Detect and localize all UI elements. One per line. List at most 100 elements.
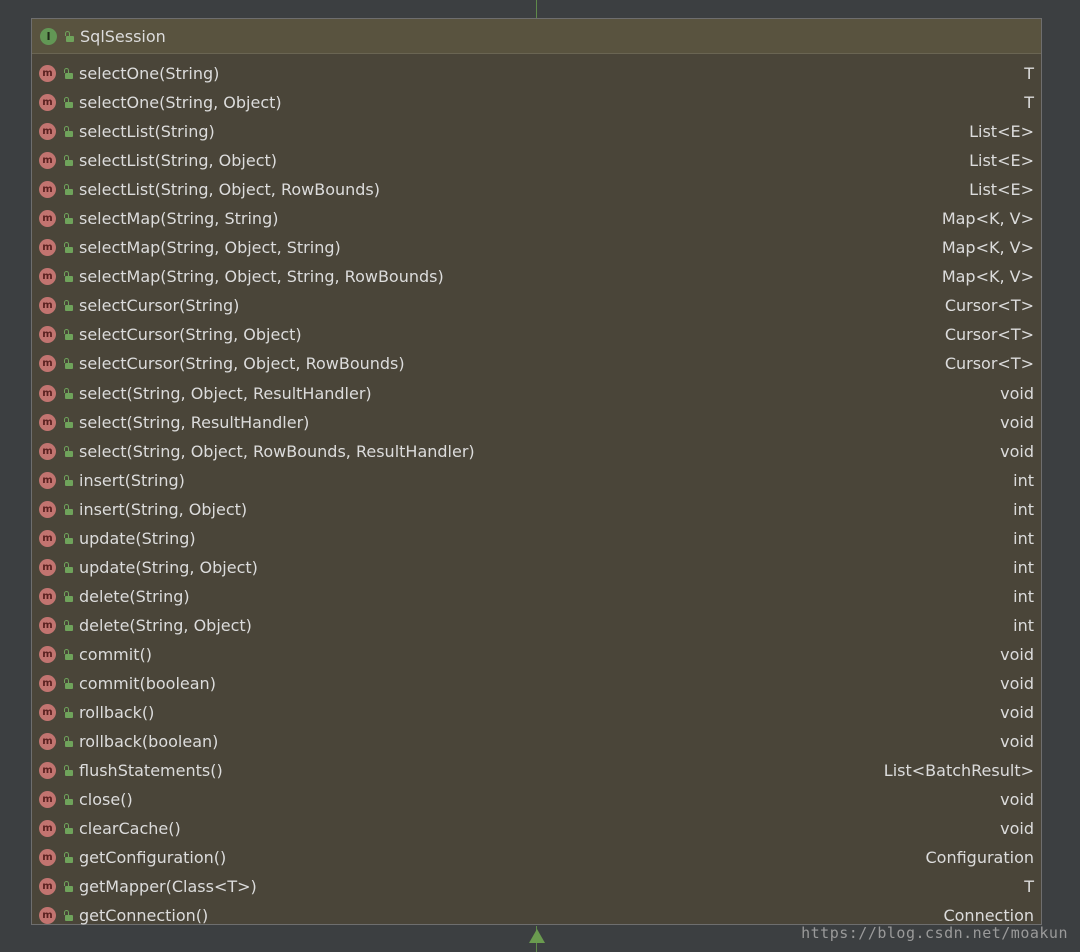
method-row[interactable]: m commit() void bbox=[32, 640, 1041, 669]
method-return-type: int bbox=[1013, 615, 1034, 635]
public-lock-icon bbox=[63, 474, 73, 486]
method-signature: getMapper(Class<T>) bbox=[79, 877, 257, 897]
method-row[interactable]: m rollback(boolean) void bbox=[32, 727, 1041, 756]
method-icon: m bbox=[39, 384, 56, 402]
method-row[interactable]: m getConfiguration() Configuration bbox=[32, 843, 1041, 872]
public-lock-icon bbox=[63, 648, 73, 660]
method-signature: update(String) bbox=[79, 528, 196, 548]
method-row[interactable]: m select(String, ResultHandler) void bbox=[32, 408, 1041, 437]
uml-interface-box[interactable]: I SqlSession m selectOne(String) Tm selectO… bbox=[31, 18, 1042, 925]
method-row[interactable]: m selectOne(String) T bbox=[32, 59, 1041, 88]
public-lock-icon bbox=[63, 881, 73, 893]
method-row[interactable]: m selectCursor(String, Object) Cursor<T> bbox=[32, 320, 1041, 349]
method-row[interactable]: m commit(boolean) void bbox=[32, 669, 1041, 698]
method-row[interactable]: m delete(String) int bbox=[32, 582, 1041, 611]
method-return-type: int bbox=[1013, 499, 1034, 519]
method-signature: select(String, Object, ResultHandler) bbox=[79, 383, 372, 403]
method-icon: m bbox=[39, 733, 56, 751]
method-list: m selectOne(String) Tm selectOne(String, Ob… bbox=[32, 54, 1041, 930]
public-lock-icon bbox=[64, 30, 74, 42]
method-signature: selectOne(String) bbox=[79, 64, 220, 84]
method-row[interactable]: m insert(String) int bbox=[32, 466, 1041, 495]
method-icon: m bbox=[39, 529, 56, 547]
method-return-type: void bbox=[1000, 703, 1034, 723]
public-lock-icon bbox=[63, 242, 73, 254]
method-row[interactable]: m rollback() void bbox=[32, 698, 1041, 727]
method-return-type: void bbox=[1000, 819, 1034, 839]
method-row[interactable]: m update(String, Object) int bbox=[32, 553, 1041, 582]
method-signature: delete(String, Object) bbox=[79, 615, 252, 635]
method-return-type: Cursor<T> bbox=[944, 354, 1034, 374]
method-signature: select(String, ResultHandler) bbox=[79, 412, 310, 432]
method-row[interactable]: m select(String, Object, ResultHandler) vo… bbox=[32, 379, 1041, 408]
method-row[interactable]: m update(String) int bbox=[32, 524, 1041, 553]
public-lock-icon bbox=[63, 358, 73, 370]
method-signature: selectList(String, Object) bbox=[79, 151, 278, 171]
method-return-type: T bbox=[1024, 64, 1034, 84]
interface-icon: I bbox=[40, 27, 57, 45]
method-row[interactable]: m selectList(String, Object, RowBounds) Li… bbox=[32, 175, 1041, 204]
public-lock-icon bbox=[63, 707, 73, 719]
public-lock-icon bbox=[63, 765, 73, 777]
method-return-type: Cursor<T> bbox=[944, 296, 1034, 316]
inheritance-arrow-icon bbox=[529, 929, 545, 943]
method-row[interactable]: m selectMap(String, Object, String, RowBo… bbox=[32, 262, 1041, 291]
public-lock-icon bbox=[63, 678, 73, 689]
method-return-type: Map<K, V> bbox=[941, 267, 1034, 287]
method-row[interactable]: m selectCursor(String, Object, RowBounds)… bbox=[32, 349, 1041, 378]
method-icon: m bbox=[39, 442, 56, 460]
public-lock-icon bbox=[63, 213, 73, 225]
method-row[interactable]: m selectOne(String, Object) T bbox=[32, 88, 1041, 117]
method-return-type: T bbox=[1024, 93, 1034, 113]
method-row[interactable]: m selectCursor(String) Cursor<T> bbox=[32, 291, 1041, 320]
method-icon: m bbox=[39, 152, 56, 170]
method-icon: m bbox=[39, 616, 56, 634]
method-return-type: void bbox=[1000, 674, 1034, 693]
method-icon: m bbox=[39, 878, 56, 896]
method-icon: m bbox=[39, 210, 56, 228]
public-lock-icon bbox=[63, 445, 73, 457]
method-icon: m bbox=[39, 558, 56, 576]
public-lock-icon bbox=[63, 271, 73, 283]
public-lock-icon bbox=[63, 155, 73, 167]
method-signature: insert(String, Object) bbox=[79, 499, 248, 519]
method-signature: insert(String) bbox=[79, 470, 185, 490]
method-signature: rollback(boolean) bbox=[79, 732, 219, 752]
method-return-type: void bbox=[1000, 732, 1034, 752]
public-lock-icon bbox=[63, 561, 73, 573]
method-icon: m bbox=[39, 587, 56, 605]
method-signature: getConnection() bbox=[79, 906, 209, 926]
method-row[interactable]: m selectMap(String, Object, String) Map<K,… bbox=[32, 233, 1041, 262]
method-signature: selectMap(String, Object, String) bbox=[79, 238, 341, 258]
method-return-type: void bbox=[1000, 790, 1034, 810]
method-row[interactable]: m selectList(String) List<E> bbox=[32, 117, 1041, 146]
method-return-type: int bbox=[1013, 557, 1034, 577]
method-row[interactable]: m delete(String, Object) int bbox=[32, 611, 1041, 640]
method-return-type: List<E> bbox=[969, 122, 1034, 142]
public-lock-icon bbox=[63, 823, 73, 835]
method-icon: m bbox=[39, 907, 56, 925]
method-icon: m bbox=[39, 239, 56, 257]
method-return-type: int bbox=[1013, 586, 1034, 606]
method-row[interactable]: m insert(String, Object) int bbox=[32, 495, 1041, 524]
method-row[interactable]: m select(String, Object, RowBounds, Resul… bbox=[32, 437, 1041, 466]
method-icon: m bbox=[39, 297, 56, 315]
interface-header[interactable]: I SqlSession bbox=[32, 19, 1041, 54]
method-signature: selectCursor(String, Object, RowBounds) bbox=[79, 354, 405, 374]
method-row[interactable]: m selectMap(String, String) Map<K, V> bbox=[32, 204, 1041, 233]
method-return-type: int bbox=[1013, 528, 1034, 548]
method-return-type: Map<K, V> bbox=[941, 238, 1034, 258]
method-row[interactable]: m selectList(String, Object) List<E> bbox=[32, 146, 1041, 175]
method-row[interactable]: m close() void bbox=[32, 785, 1041, 814]
method-icon: m bbox=[39, 355, 56, 373]
public-lock-icon bbox=[63, 416, 73, 428]
method-row[interactable]: m getMapper(Class<T>) T bbox=[32, 872, 1041, 901]
method-row[interactable]: m flushStatements() List<BatchResult> bbox=[32, 756, 1041, 785]
method-icon: m bbox=[39, 500, 56, 518]
method-signature: flushStatements() bbox=[79, 761, 223, 781]
method-icon: m bbox=[39, 471, 56, 489]
method-return-type: void bbox=[1000, 412, 1034, 432]
watermark: https://blog.csdn.net/moakun bbox=[801, 924, 1068, 942]
method-row[interactable]: m clearCache() void bbox=[32, 814, 1041, 843]
method-signature: commit(boolean) bbox=[79, 674, 216, 693]
